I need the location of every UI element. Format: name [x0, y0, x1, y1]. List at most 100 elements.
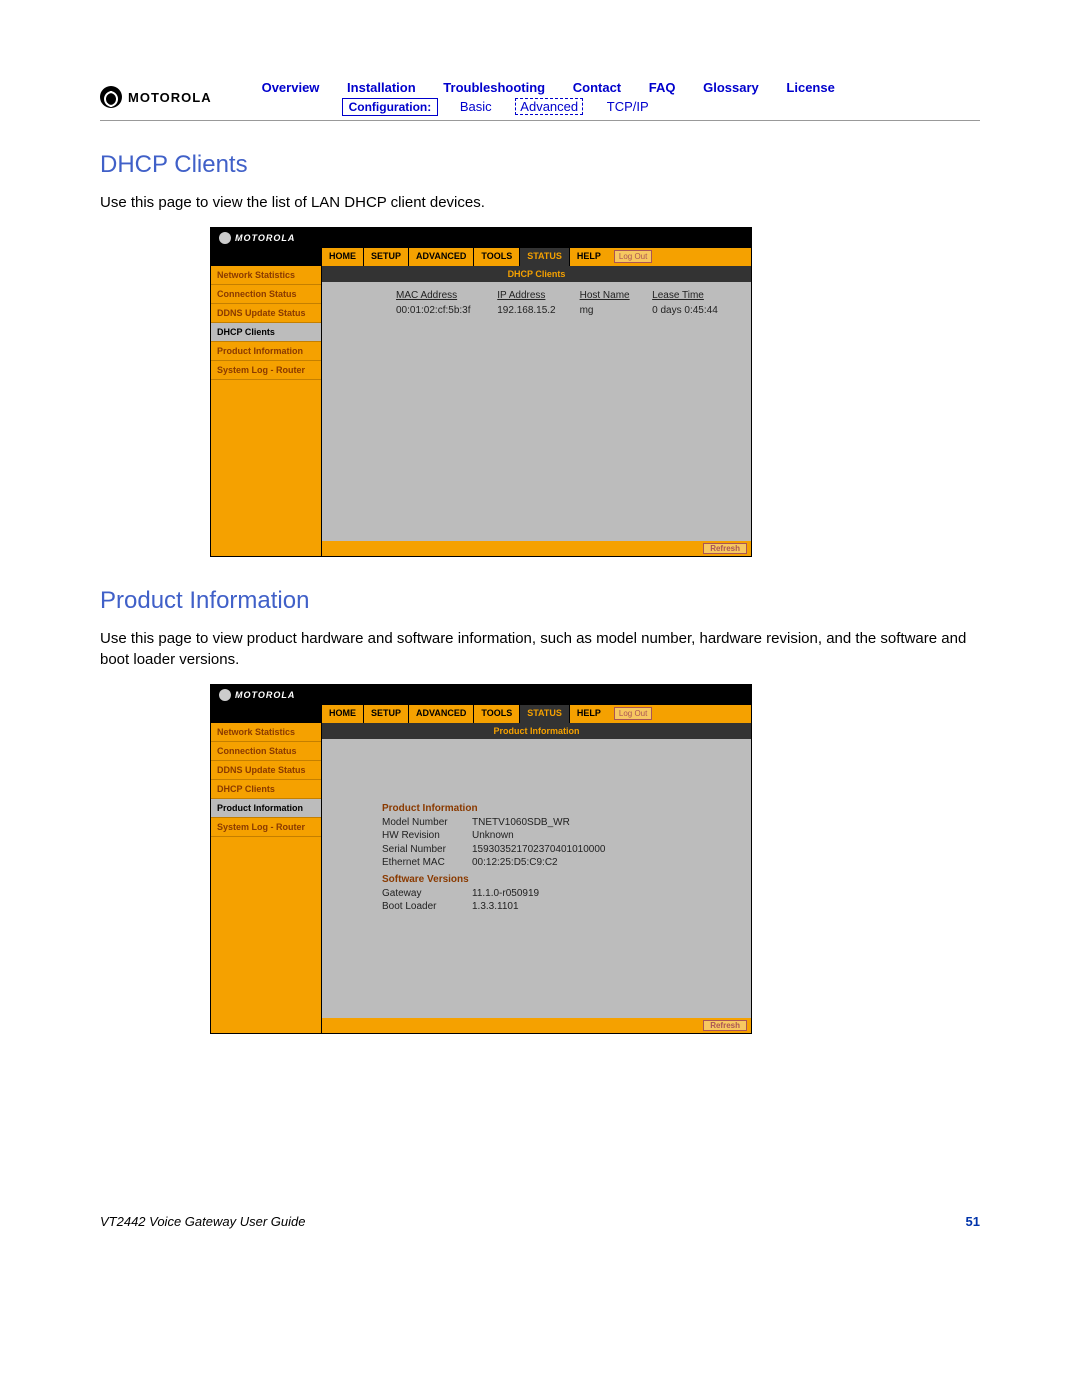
value-model-number: TNETV1060SDB_WR — [472, 816, 741, 830]
nav-glossary[interactable]: Glossary — [703, 80, 759, 95]
router-sidebar: Network Statistics Connection Status DDN… — [211, 723, 322, 1033]
value-hw-revision: Unknown — [472, 829, 741, 843]
cell-host: mg — [578, 303, 651, 318]
tab-setup[interactable]: SETUP — [363, 705, 408, 723]
refresh-button[interactable]: Refresh — [703, 1020, 747, 1031]
table-row: 00:01:02:cf:5b:3f 192.168.15.2 mg 0 days… — [332, 303, 741, 318]
tab-help[interactable]: HELP — [569, 705, 608, 723]
router-logo: MOTOROLA — [211, 232, 295, 244]
motorola-logo-text: MOTOROLA — [128, 90, 212, 105]
nav-installation[interactable]: Installation — [347, 80, 416, 95]
cell-lease: 0 days 0:45:44 — [650, 303, 741, 318]
label-gateway: Gateway — [382, 887, 472, 901]
doc-header: MOTOROLA Overview Installation Troublesh… — [100, 80, 980, 114]
label-ethernet-mac: Ethernet MAC — [382, 856, 472, 870]
section-dhcp-clients-desc: Use this page to view the list of LAN DH… — [100, 193, 980, 213]
sidebar-item-product-information[interactable]: Product Information — [211, 799, 321, 818]
router-main: Product Information Product Information … — [322, 723, 751, 1033]
router-sidebar: Network Statistics Connection Status DDN… — [211, 266, 322, 556]
tab-status[interactable]: STATUS — [519, 248, 569, 266]
router-topbar: MOTOROLA — [211, 685, 751, 705]
tab-tools[interactable]: TOOLS — [473, 705, 519, 723]
router-panel-product-info: MOTOROLA HOME SETUP ADVANCED TOOLS STATU… — [210, 684, 752, 1034]
cell-ip: 192.168.15.2 — [495, 303, 577, 318]
nav-troubleshooting[interactable]: Troubleshooting — [443, 80, 545, 95]
tab-home[interactable]: HOME — [321, 705, 363, 723]
table-header-row: MAC Address IP Address Host Name Lease T… — [332, 288, 741, 303]
logout-button[interactable]: Log Out — [614, 250, 652, 263]
dhcp-clients-table: MAC Address IP Address Host Name Lease T… — [332, 288, 741, 318]
sidebar-item-product-information[interactable]: Product Information — [211, 342, 321, 361]
sidebar-item-ddns-update-status[interactable]: DDNS Update Status — [211, 761, 321, 780]
doc-nav-secondary: Configuration: Basic Advanced TCP/IP — [342, 99, 859, 114]
product-info-area: Product Information Model Number TNETV10… — [322, 739, 751, 1018]
doc-nav: Overview Installation Troubleshooting Co… — [262, 80, 859, 114]
table-row: Gateway 11.1.0-r050919 — [382, 887, 741, 901]
logout-button[interactable]: Log Out — [614, 707, 652, 720]
nav-contact[interactable]: Contact — [573, 80, 621, 95]
table-row: Ethernet MAC 00:12:25:D5:C9:C2 — [382, 856, 741, 870]
section-product-info-title: Product Information — [100, 587, 980, 615]
router-logo-text: MOTOROLA — [235, 233, 295, 243]
router-logo: MOTOROLA — [211, 689, 295, 701]
motorola-logo-icon — [219, 232, 231, 244]
header-divider — [100, 120, 980, 121]
tab-help[interactable]: HELP — [569, 248, 608, 266]
nav-overview[interactable]: Overview — [262, 80, 320, 95]
tab-home[interactable]: HOME — [321, 248, 363, 266]
sidebar-item-system-log-router[interactable]: System Log - Router — [211, 818, 321, 837]
router-panel-dhcp: MOTOROLA HOME SETUP ADVANCED TOOLS STATU… — [210, 227, 752, 557]
label-hw-revision: HW Revision — [382, 829, 472, 843]
table-row: HW Revision Unknown — [382, 829, 741, 843]
nav-basic[interactable]: Basic — [460, 99, 492, 114]
tab-tools[interactable]: TOOLS — [473, 248, 519, 266]
sidebar-item-connection-status[interactable]: Connection Status — [211, 742, 321, 761]
nav-configuration-label: Configuration: — [342, 98, 439, 116]
router-topbar: MOTOROLA — [211, 228, 751, 248]
value-ethernet-mac: 00:12:25:D5:C9:C2 — [472, 856, 741, 870]
table-row: Model Number TNETV1060SDB_WR — [382, 816, 741, 830]
sidebar-item-connection-status[interactable]: Connection Status — [211, 285, 321, 304]
router-tabs: HOME SETUP ADVANCED TOOLS STATUS HELP Lo… — [211, 705, 751, 723]
label-boot-loader: Boot Loader — [382, 900, 472, 914]
sidebar-item-dhcp-clients[interactable]: DHCP Clients — [211, 323, 321, 342]
sidebar-item-system-log-router[interactable]: System Log - Router — [211, 361, 321, 380]
col-host: Host Name — [578, 288, 651, 303]
col-lease: Lease Time — [650, 288, 741, 303]
section-product-info-desc: Use this page to view product hardware a… — [100, 629, 980, 670]
page-footer: VT2442 Voice Gateway User Guide 51 — [100, 1214, 980, 1229]
router-footer: Refresh — [322, 1018, 751, 1033]
sidebar-item-ddns-update-status[interactable]: DDNS Update Status — [211, 304, 321, 323]
nav-faq[interactable]: FAQ — [649, 80, 676, 95]
motorola-logo: MOTOROLA — [100, 86, 212, 108]
tab-advanced[interactable]: ADVANCED — [408, 248, 473, 266]
tab-setup[interactable]: SETUP — [363, 248, 408, 266]
motorola-logo-icon — [100, 86, 122, 108]
sidebar-item-network-statistics[interactable]: Network Statistics — [211, 266, 321, 285]
sidebar-item-dhcp-clients[interactable]: DHCP Clients — [211, 780, 321, 799]
nav-license[interactable]: License — [786, 80, 834, 95]
motorola-logo-icon — [219, 689, 231, 701]
router-logo-text: MOTOROLA — [235, 690, 295, 700]
col-ip: IP Address — [495, 288, 577, 303]
cell-mac: 00:01:02:cf:5b:3f — [394, 303, 495, 318]
nav-advanced[interactable]: Advanced — [515, 98, 583, 115]
refresh-button[interactable]: Refresh — [703, 543, 747, 554]
sidebar-item-network-statistics[interactable]: Network Statistics — [211, 723, 321, 742]
router-main-title: Product Information — [322, 723, 751, 739]
nav-tcpip[interactable]: TCP/IP — [607, 99, 649, 114]
value-gateway: 11.1.0-r050919 — [472, 887, 741, 901]
router-tabs: HOME SETUP ADVANCED TOOLS STATUS HELP Lo… — [211, 248, 751, 266]
router-main: DHCP Clients MAC Address IP Address Host… — [322, 266, 751, 556]
table-row: Boot Loader 1.3.3.1101 — [382, 900, 741, 914]
doc-nav-primary: Overview Installation Troubleshooting Co… — [262, 80, 859, 95]
value-serial-number: 159303521702370401010000 — [472, 843, 741, 857]
col-mac: MAC Address — [394, 288, 495, 303]
router-main-title: DHCP Clients — [322, 266, 751, 282]
tab-status[interactable]: STATUS — [519, 705, 569, 723]
label-model-number: Model Number — [382, 816, 472, 830]
router-footer: Refresh — [322, 541, 751, 556]
tab-advanced[interactable]: ADVANCED — [408, 705, 473, 723]
footer-guide-title: VT2442 Voice Gateway User Guide — [100, 1214, 305, 1229]
section-dhcp-clients-title: DHCP Clients — [100, 151, 980, 179]
